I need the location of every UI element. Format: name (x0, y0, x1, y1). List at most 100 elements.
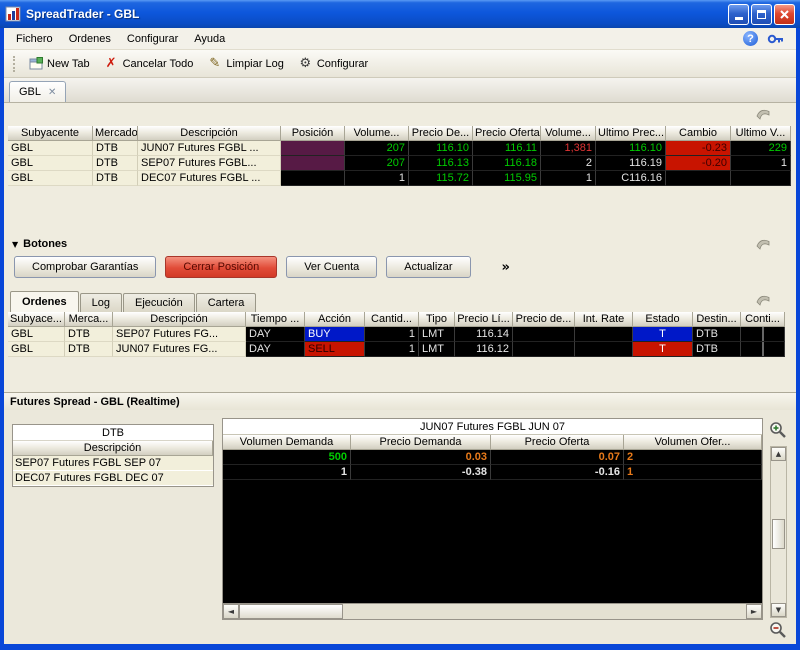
col-header[interactable]: Descripción (138, 126, 281, 141)
maximize-button[interactable] (751, 4, 772, 25)
continuous-checkbox[interactable] (762, 342, 764, 356)
cell-vol-oferta[interactable]: 2 (624, 450, 762, 465)
col-header[interactable]: Posición (281, 126, 345, 141)
col-header[interactable]: Mercado (93, 126, 138, 141)
help-icon[interactable]: ? (743, 31, 758, 46)
collapse-arrow-icon[interactable]: ▼ (12, 240, 18, 249)
cell-precio-oferta[interactable]: 116.18 (473, 156, 541, 171)
minimize-button[interactable] (728, 4, 749, 25)
cell-precio-demanda[interactable]: 115.72 (409, 171, 473, 186)
menu-ayuda[interactable]: Ayuda (186, 30, 233, 48)
tab-ejecucion[interactable]: Ejecución (123, 293, 195, 312)
scroll-left-icon[interactable]: ◄ (223, 604, 239, 619)
col-header[interactable]: Ultimo Prec... (596, 126, 666, 141)
cell-precio-demanda[interactable]: 116.13 (409, 156, 473, 171)
new-tab-button[interactable]: New Tab (21, 53, 97, 74)
cell-cantidad[interactable]: 1 (365, 342, 419, 357)
menu-configurar[interactable]: Configurar (119, 30, 186, 48)
col-header[interactable]: Tipo (419, 312, 455, 327)
cell-precio-oferta[interactable]: 0.07 (491, 450, 624, 465)
cell-vol-oferta[interactable]: 1 (624, 465, 762, 480)
vertical-scrollbar[interactable]: ▲ ▼ (770, 446, 787, 618)
zoom-in-icon[interactable] (769, 421, 787, 439)
cell-tiempo[interactable]: DAY (246, 342, 305, 357)
cell-cantidad[interactable]: 1 (365, 327, 419, 342)
scrollbar-thumb[interactable] (239, 604, 343, 619)
panel-curl-icon[interactable] (756, 107, 770, 121)
table-row[interactable]: GBL DTB SEP07 Futures FGBL... 207 116.13… (8, 156, 791, 171)
cell-vol-oferta[interactable]: 1,381 (541, 141, 596, 156)
list-item[interactable]: SEP07 Futures FGBL SEP 07 (13, 456, 213, 471)
cell-tipo[interactable]: LMT (419, 327, 455, 342)
cell-tipo[interactable]: LMT (419, 342, 455, 357)
col-header[interactable]: Precio Oferta (473, 126, 541, 141)
scrollbar-track[interactable] (343, 604, 746, 619)
toolbar-grip[interactable] (13, 56, 16, 72)
tab-close-icon[interactable]: ✕ (48, 86, 56, 99)
cell-accion[interactable]: SELL (305, 342, 365, 357)
cell-precio-oferta[interactable]: -0.16 (491, 465, 624, 480)
book-row[interactable]: 1 -0.38 -0.16 1 (223, 465, 762, 480)
col-header[interactable]: Precio de... (513, 312, 575, 327)
col-header[interactable]: Cantid... (365, 312, 419, 327)
col-header[interactable]: Precio Oferta (491, 435, 624, 450)
col-header[interactable]: Estado (633, 312, 693, 327)
col-header[interactable]: Ultimo V... (731, 126, 791, 141)
col-header[interactable]: Volumen Ofer... (624, 435, 762, 450)
col-header[interactable]: Subyace... (8, 312, 65, 327)
col-header[interactable]: Merca... (65, 312, 113, 327)
panel-curl-icon[interactable] (756, 237, 770, 251)
list-item[interactable]: DEC07 Futures FGBL DEC 07 (13, 471, 213, 486)
col-header[interactable]: Destin... (693, 312, 741, 327)
col-header[interactable]: Volumen Demanda (223, 435, 351, 450)
cell-vol-oferta[interactable]: 1 (541, 171, 596, 186)
col-header[interactable]: Tiempo ... (246, 312, 305, 327)
tab-log[interactable]: Log (80, 293, 122, 312)
col-header[interactable]: Descripción (113, 312, 246, 327)
table-row[interactable]: GBL DTB DEC07 Futures FGBL ... 1 115.72 … (8, 171, 791, 186)
col-header[interactable]: Conti... (741, 312, 785, 327)
horizontal-scrollbar[interactable]: ◄ ► (223, 603, 762, 619)
order-row[interactable]: GBL DTB JUN07 Futures FG... DAY SELL 1 L… (8, 342, 785, 357)
col-header[interactable]: Precio Lí... (455, 312, 513, 327)
zoom-out-icon[interactable] (769, 621, 787, 639)
cell-precio-limite[interactable]: 116.14 (455, 327, 513, 342)
tab-cartera[interactable]: Cartera (196, 293, 257, 312)
cell-precio-oferta[interactable]: 115.95 (473, 171, 541, 186)
cell-accion[interactable]: BUY (305, 327, 365, 342)
panel-curl-icon[interactable] (756, 293, 770, 307)
col-header[interactable]: Precio De... (409, 126, 473, 141)
cell-vol-demanda[interactable]: 207 (345, 141, 409, 156)
col-header[interactable]: Subyacente (8, 126, 93, 141)
cell-vol-oferta[interactable]: 2 (541, 156, 596, 171)
ver-cuenta-button[interactable]: Ver Cuenta (286, 256, 377, 278)
book-row[interactable]: 500 0.03 0.07 2 (223, 450, 762, 465)
more-buttons-chevron[interactable]: » (502, 260, 510, 275)
col-header[interactable]: Acción (305, 312, 365, 327)
configure-button[interactable]: ⚙ Configurar (291, 53, 375, 74)
col-header[interactable]: Volume... (541, 126, 596, 141)
cell-vol-demanda[interactable]: 1 (345, 171, 409, 186)
scrollbar-thumb[interactable] (772, 519, 785, 549)
cell-vol-demanda[interactable]: 207 (345, 156, 409, 171)
col-header[interactable]: Int. Rate (575, 312, 633, 327)
menu-ordenes[interactable]: Ordenes (61, 30, 119, 48)
tab-ordenes[interactable]: Ordenes (10, 291, 79, 312)
tab-gbl[interactable]: GBL ✕ (9, 81, 66, 102)
continuous-checkbox[interactable] (762, 327, 764, 341)
menu-fichero[interactable]: Fichero (8, 30, 61, 48)
actualizar-button[interactable]: Actualizar (386, 256, 470, 278)
col-header[interactable]: Precio Demanda (351, 435, 491, 450)
cell-tiempo[interactable]: DAY (246, 327, 305, 342)
cell-precio-oferta[interactable]: 116.11 (473, 141, 541, 156)
clear-log-button[interactable]: ✎ Limpiar Log (200, 53, 290, 74)
order-row[interactable]: GBL DTB SEP07 Futures FG... DAY BUY 1 LM… (8, 327, 785, 342)
cell-vol-demanda[interactable]: 500 (223, 450, 351, 465)
cell-vol-demanda[interactable]: 1 (223, 465, 351, 480)
close-button[interactable] (774, 4, 795, 25)
col-header[interactable]: Volume... (345, 126, 409, 141)
comprobar-garantias-button[interactable]: Comprobar Garantías (14, 256, 156, 278)
cerrar-posicion-button[interactable]: Cerrar Posición (165, 256, 277, 278)
botones-header[interactable]: ▼ Botones (4, 236, 796, 252)
scroll-up-icon[interactable]: ▲ (771, 447, 786, 461)
